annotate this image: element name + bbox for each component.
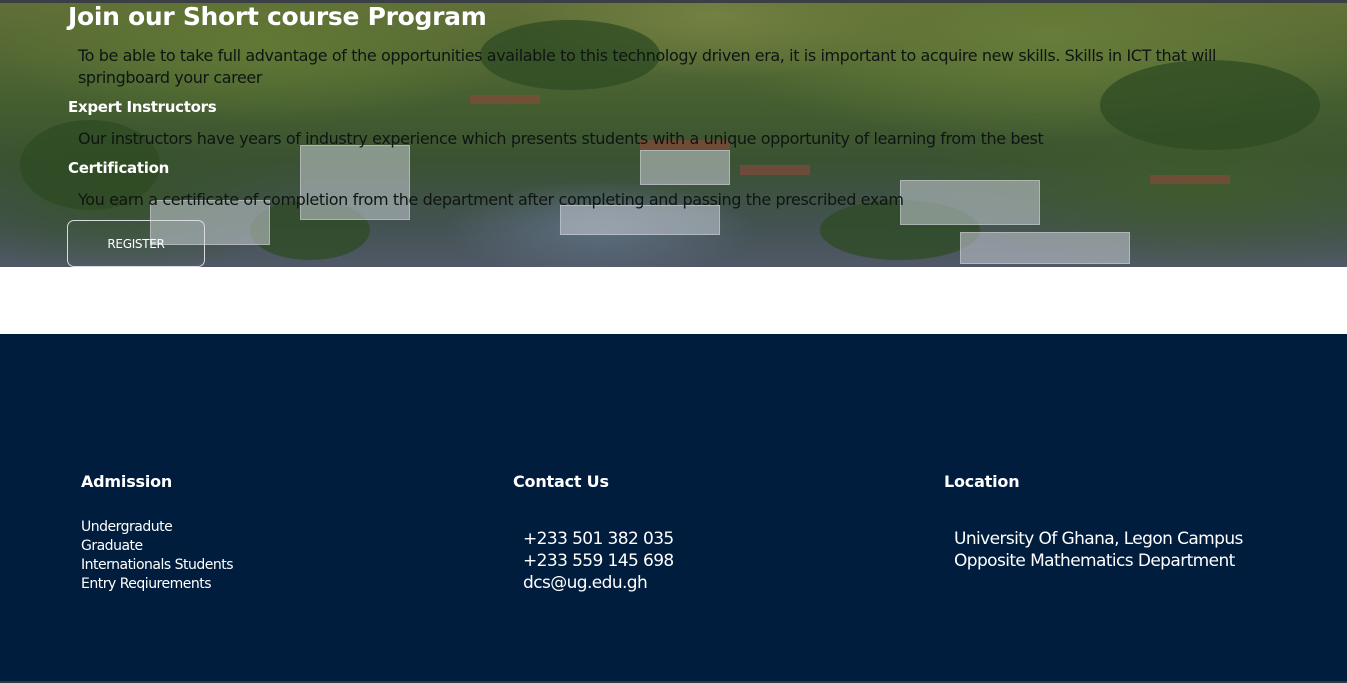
- contact-heading: Contact Us: [513, 472, 609, 491]
- location-line-1: University Of Ghana, Legon Campus: [954, 529, 1243, 549]
- location-heading: Location: [944, 472, 1020, 491]
- location-details: University Of Ghana, Legon Campus Opposi…: [954, 528, 1243, 572]
- admission-heading: Admission: [81, 472, 173, 491]
- admission-links: Undergradute Graduate Internationals Stu…: [81, 518, 234, 594]
- hero-banner: Join our Short course Program To be able…: [0, 0, 1347, 267]
- admission-link-undergraduate[interactable]: Undergradute: [81, 518, 233, 537]
- location-line-2: Opposite Mathematics Department: [954, 551, 1235, 571]
- admission-link-graduate[interactable]: Graduate: [81, 537, 233, 556]
- location-column: Location University Of Ghana, Legon Camp…: [944, 471, 1243, 572]
- hero-title: Join our Short course Program: [68, 2, 487, 31]
- hero-intro-text: To be able to take full advantage of the…: [78, 46, 1217, 87]
- register-button[interactable]: REGISTER: [67, 220, 205, 267]
- site-footer: Admission Undergradute Graduate Internat…: [0, 334, 1347, 683]
- contact-column: Contact Us +233 501 382 035 +233 559 145…: [513, 471, 674, 594]
- contact-details: +233 501 382 035 +233 559 145 698 dcs@ug…: [523, 528, 674, 594]
- admission-column: Admission Undergradute Graduate Internat…: [81, 471, 234, 594]
- hero-content: Join our Short course Program To be able…: [0, 0, 1347, 267]
- instructors-text: Our instructors have years of industry e…: [78, 129, 1044, 148]
- contact-phone-2: +233 559 145 698: [523, 551, 674, 571]
- certification-heading: Certification: [68, 159, 169, 177]
- contact-phone-1: +233 501 382 035: [523, 529, 674, 549]
- certification-text: You earn a certificate of completion fro…: [78, 190, 904, 209]
- contact-email: dcs@ug.edu.gh: [523, 573, 648, 593]
- instructors-heading: Expert Instructors: [68, 98, 217, 116]
- admission-link-international[interactable]: Internationals Students: [81, 556, 234, 575]
- admission-link-entry-requirements[interactable]: Entry Reqiurements: [81, 575, 233, 594]
